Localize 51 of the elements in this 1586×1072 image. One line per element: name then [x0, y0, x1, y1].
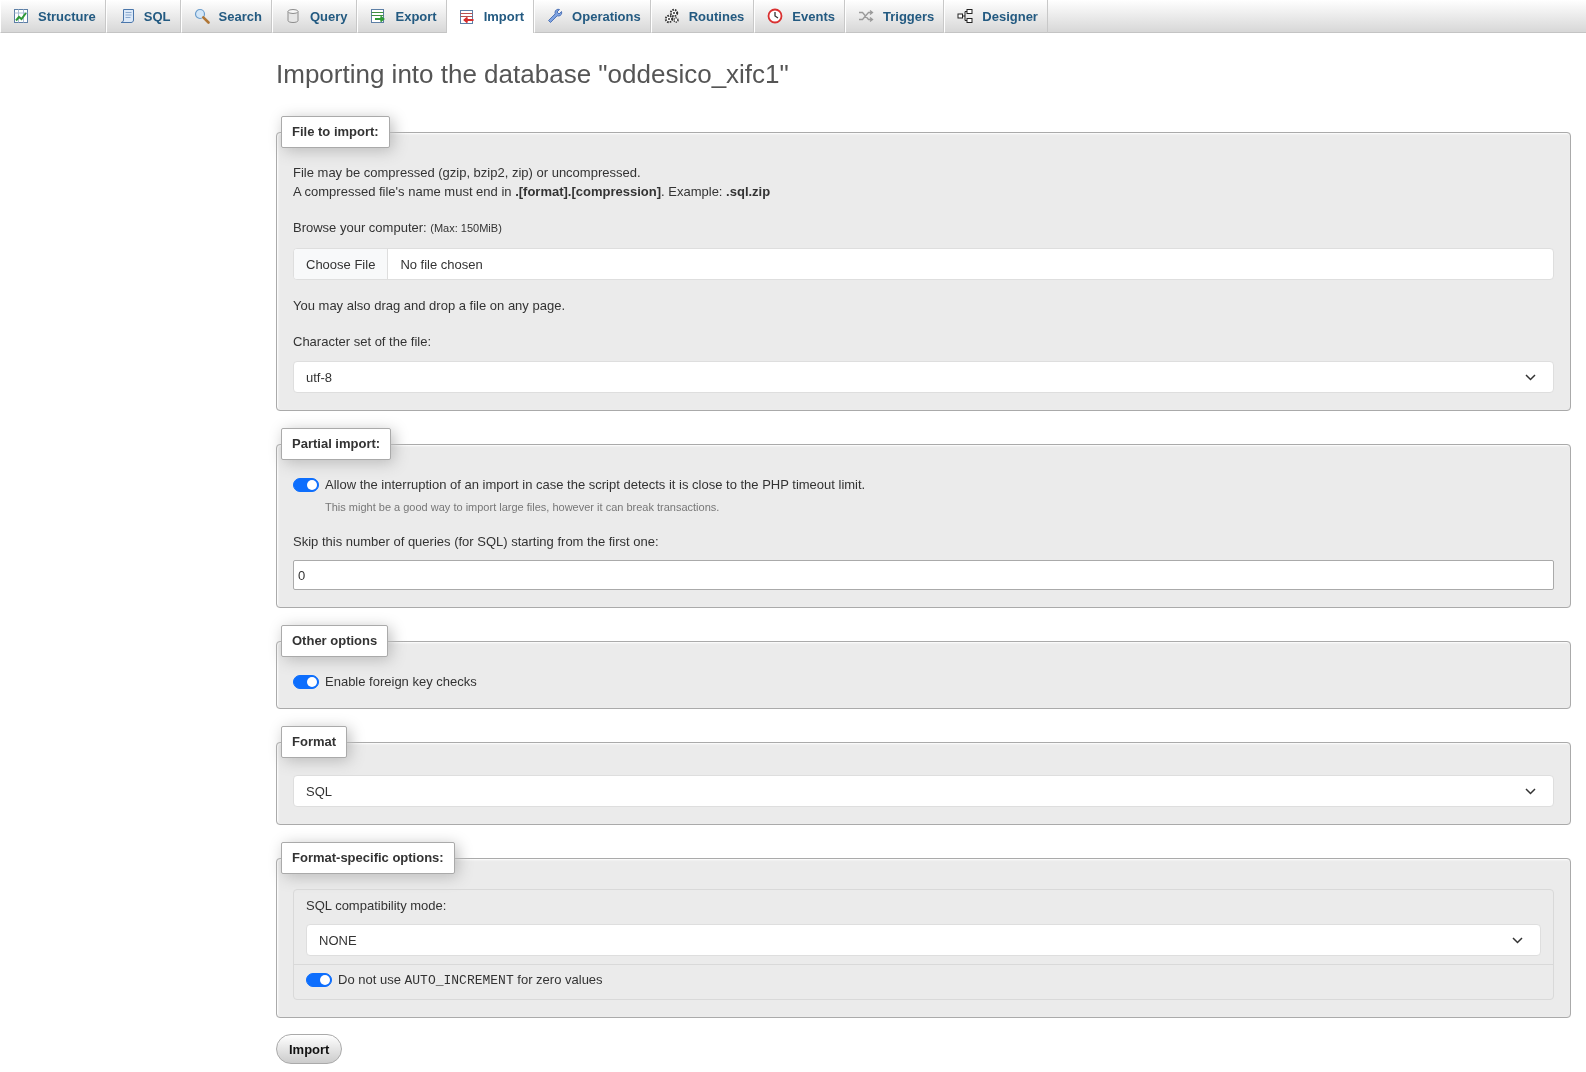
note-text: A compressed file's name must end in .[format].[compression]. Example: .sql.zip	[293, 183, 772, 201]
field-label: Browse your computer: (Max: 150MiB)	[293, 219, 503, 237]
diagram-icon	[957, 8, 974, 24]
tab[interactable]: Search	[180, 0, 272, 33]
tab[interactable]: Designer	[944, 0, 1048, 33]
section-title: Partial import:	[281, 428, 392, 460]
field-label: SQL compatibility mode:	[306, 897, 448, 915]
section-title: Format	[281, 726, 348, 758]
tab[interactable]: Import	[446, 0, 535, 33]
file-status-text: No file chosen	[399, 255, 484, 274]
search-icon	[193, 8, 210, 24]
wrench-icon	[547, 8, 564, 24]
choose-file-button[interactable]: Choose File	[294, 249, 389, 279]
section-title: Other options	[281, 625, 389, 657]
chevron-down-icon	[1525, 787, 1536, 795]
skip-queries-input[interactable]: 0	[293, 560, 1554, 590]
toggle-switch[interactable]	[306, 973, 332, 987]
import-button[interactable]: Import	[276, 1034, 343, 1064]
toggle-label: Do not use AUTO_INCREMENT for zero values	[338, 971, 603, 990]
shuffle-icon	[858, 8, 874, 24]
toggle-label: Allow the interruption of an import in case the script detects it is close to the PHP timeout limit.	[325, 476, 866, 494]
charset-select[interactable]: utf-8	[293, 361, 1554, 393]
format-select[interactable]: SQL	[293, 775, 1554, 807]
hint-text: You may also drag and drop a file on any page.	[293, 297, 566, 315]
tab[interactable]: Export	[357, 0, 447, 33]
field-label: Skip this number of queries (for SQL) starting from the first one:	[293, 533, 660, 551]
file-input[interactable]: Choose File No file chosen	[293, 248, 1554, 280]
compatibility-select[interactable]: NONE	[306, 924, 1541, 956]
cylinder-icon	[284, 8, 301, 24]
tab[interactable]: Structure	[0, 0, 106, 33]
tab[interactable]: Operations	[534, 0, 651, 33]
field-label: Character set of the file:	[293, 333, 432, 351]
tab[interactable]: SQL	[105, 0, 181, 33]
chevron-down-icon	[1512, 936, 1523, 944]
tab[interactable]: Events	[754, 0, 845, 33]
toggle-label: Enable foreign key checks	[325, 673, 477, 691]
tab[interactable]: Query	[271, 0, 358, 33]
table-chart-icon	[13, 8, 29, 24]
section-title: Format-specific options:	[281, 842, 455, 874]
gears-icon	[663, 8, 680, 24]
tab[interactable]: Triggers	[845, 0, 945, 33]
note-text: File may be compressed (gzip, bzip2, zip) or uncompressed.	[293, 164, 642, 182]
page-title: Importing into the database "oddesico_xifc1"	[276, 59, 790, 89]
tab[interactable]: Routines	[650, 0, 755, 33]
clock-icon	[767, 8, 784, 24]
hint-text: This might be a good way to import large files, however it can break transactions.	[324, 500, 721, 515]
toggle-switch[interactable]	[293, 477, 319, 492]
toggle-switch[interactable]	[293, 674, 319, 689]
section-title: File to import:	[281, 116, 390, 148]
scroll-icon	[118, 8, 135, 24]
chevron-down-icon	[1525, 373, 1536, 381]
